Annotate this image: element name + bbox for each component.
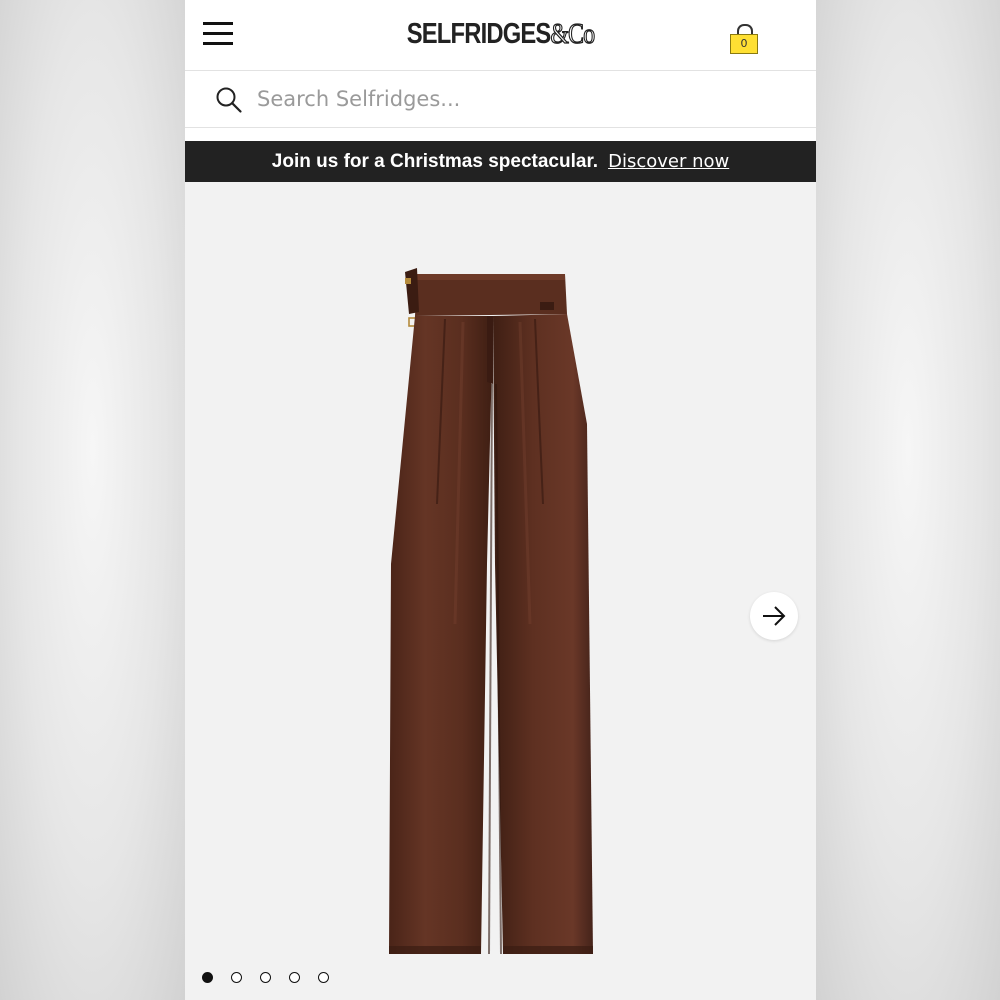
search-bar xyxy=(185,71,816,128)
product-image[interactable] xyxy=(375,264,625,964)
selfridges-logo[interactable]: SELFRIDGES&Co xyxy=(242,17,759,51)
shopping-bag-icon[interactable]: 0 xyxy=(730,24,758,54)
logo-text: SELFRIDGES xyxy=(406,18,552,50)
gallery-dot[interactable] xyxy=(318,972,329,983)
gallery-dot[interactable] xyxy=(202,972,213,983)
promo-text: Join us for a Christmas spectacular. xyxy=(271,151,599,172)
search-input[interactable] xyxy=(257,83,777,115)
logo-suffix: &Co xyxy=(550,17,596,50)
gallery-dot[interactable] xyxy=(231,972,242,983)
gallery-dot[interactable] xyxy=(289,972,300,983)
backdrop-right xyxy=(816,0,1000,1000)
site-header: SELFRIDGES&Co 0 xyxy=(185,0,816,71)
next-image-button[interactable] xyxy=(750,592,798,640)
bag-count-badge: 0 xyxy=(730,34,758,54)
promo-banner: Join us for a Christmas spectacular. Disc… xyxy=(185,141,816,182)
backdrop-left xyxy=(0,0,185,1000)
hamburger-menu-icon[interactable] xyxy=(203,22,235,48)
discover-now-link[interactable]: Discover now xyxy=(608,151,729,172)
search-icon[interactable] xyxy=(215,86,243,114)
product-gallery xyxy=(185,182,816,1000)
mobile-page: SELFRIDGES&Co 0 Join us for a Christmas … xyxy=(185,0,816,1000)
gallery-dot[interactable] xyxy=(260,972,271,983)
arrow-right-icon xyxy=(763,606,786,626)
